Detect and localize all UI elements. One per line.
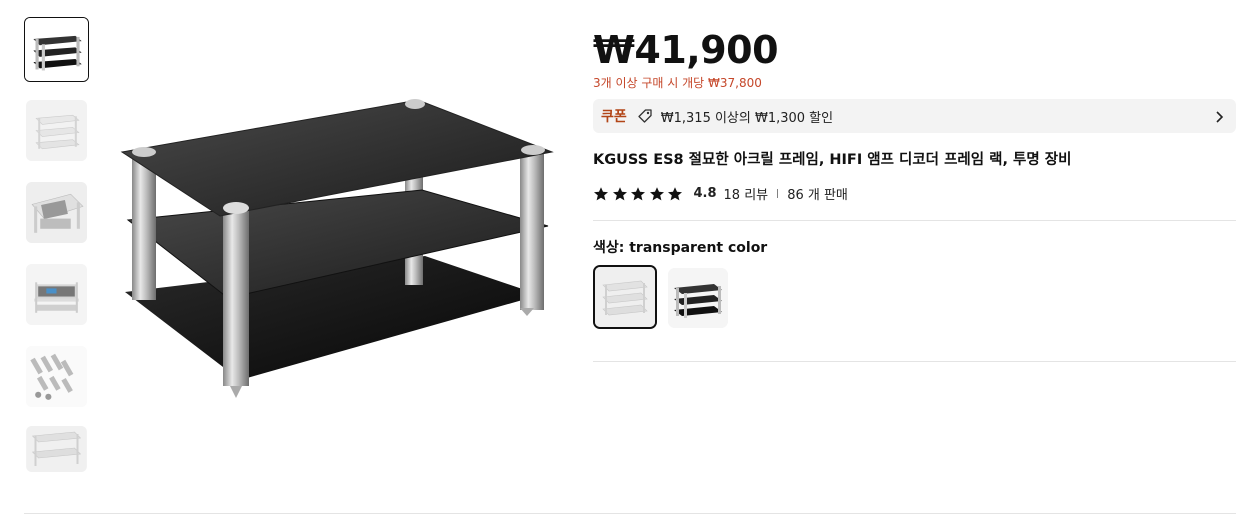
coupon-label: 쿠폰 — [601, 109, 627, 125]
star-icon — [612, 186, 627, 200]
star-icon — [631, 186, 645, 200]
color-option-black[interactable] — [668, 268, 728, 328]
tag-icon — [637, 108, 653, 124]
thumbnail-pillars-parts[interactable] — [26, 346, 87, 407]
star-rating — [593, 186, 686, 202]
divider — [593, 220, 1236, 221]
thumbnail-device-front[interactable] — [26, 264, 87, 325]
sold-count: 86 개 판매 — [787, 188, 848, 203]
rating-score: 4.8 — [693, 186, 717, 201]
star-icon — [594, 186, 608, 200]
review-count-link[interactable]: 18 리뷰 — [724, 184, 769, 203]
color-label: 색상: transparent color — [593, 240, 768, 256]
thumbnail-black-rack[interactable] — [24, 17, 89, 82]
product-title: KGUSS ES8 절묘한 아크릴 프레임, HIFI 앰프 디코더 프레임 랙… — [593, 152, 1072, 168]
coupon-text: ₩1,315 이상의 ₩1,300 할인 — [660, 110, 834, 126]
thumbnail-device-top[interactable] — [26, 182, 87, 243]
thumbnail-clear-rack-2[interactable] — [26, 426, 87, 472]
product-price: ₩41,900 — [593, 28, 779, 72]
bulk-discount-text: 3개 이상 구매 시 개당 ₩37,800 — [593, 76, 762, 90]
star-icon — [668, 186, 682, 200]
rating-row: 4.8 18 리뷰 | 86 개 판매 — [593, 184, 848, 203]
divider — [593, 361, 1236, 362]
divider — [24, 513, 1236, 514]
rating-separator: | — [776, 188, 780, 199]
thumbnail-clear-rack[interactable] — [26, 100, 87, 161]
main-product-image[interactable] — [110, 80, 560, 410]
chevron-right-icon — [1212, 109, 1226, 123]
color-option-transparent[interactable] — [593, 265, 657, 329]
coupon-bar[interactable]: 쿠폰 ₩1,315 이상의 ₩1,300 할인 — [593, 99, 1236, 133]
star-icon — [649, 186, 664, 200]
